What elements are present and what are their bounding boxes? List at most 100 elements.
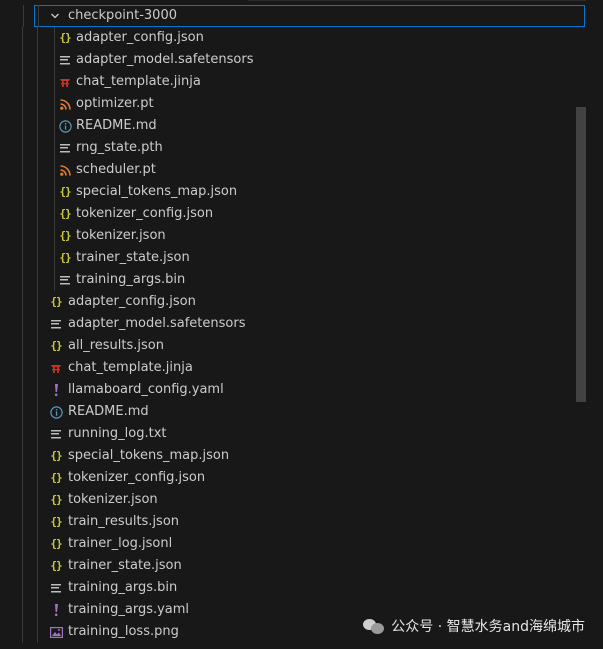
- indent-guide: [22, 621, 23, 643]
- file-row[interactable]: llamaboard_config.yaml: [0, 379, 586, 401]
- rss-icon: [57, 93, 73, 115]
- chevron-down-icon[interactable]: [47, 5, 63, 27]
- file-row[interactable]: {} adapter_config.json: [0, 27, 586, 49]
- yaml-icon: [48, 379, 64, 401]
- json-icon: {}: [50, 471, 62, 484]
- indent-guide: [37, 445, 38, 467]
- indent-guide: [54, 71, 55, 93]
- indent-guide: [37, 335, 38, 357]
- indent-guide: [22, 445, 23, 467]
- file-row[interactable]: training_args.bin: [0, 269, 586, 291]
- file-label: training_args.bin: [76, 272, 186, 287]
- file-row[interactable]: chat_template.jinja: [0, 71, 586, 93]
- indent-guide: [54, 181, 55, 203]
- file-row[interactable]: {} tokenizer_config.json: [0, 203, 586, 225]
- indent-guide: [54, 225, 55, 247]
- indent-guide: [37, 467, 38, 489]
- json-icon: {}: [50, 339, 62, 352]
- lines-icon: [57, 269, 73, 291]
- file-label: running_log.txt: [68, 426, 167, 441]
- file-row[interactable]: running_log.txt: [0, 423, 586, 445]
- indent-guide: [37, 203, 38, 225]
- rss-icon: [57, 159, 73, 181]
- indent-guide: [54, 49, 55, 71]
- indent-guide: [22, 159, 23, 181]
- file-row[interactable]: {} trainer_state.json: [0, 555, 586, 577]
- indent-guide: [37, 533, 38, 555]
- file-label: llamaboard_config.yaml: [68, 382, 224, 397]
- json-icon: {}: [59, 31, 71, 44]
- yaml-icon: [48, 599, 64, 621]
- file-row[interactable]: optimizer.pt: [0, 93, 586, 115]
- indent-guide: [37, 93, 38, 115]
- indent-guide: [22, 599, 23, 621]
- lines-icon: [48, 313, 64, 335]
- folder-label: checkpoint-3000: [68, 8, 177, 23]
- indent-guide: [37, 577, 38, 599]
- indent-guide: [22, 225, 23, 247]
- lines-icon: [48, 423, 64, 445]
- file-row[interactable]: {} tokenizer.json: [0, 225, 586, 247]
- indent-guide: [22, 335, 23, 357]
- indent-guide: [37, 599, 38, 621]
- lines-icon: [57, 137, 73, 159]
- indent-guide: [37, 489, 38, 511]
- file-row[interactable]: adapter_model.safetensors: [0, 313, 586, 335]
- file-row[interactable]: rng_state.pth: [0, 137, 586, 159]
- file-row[interactable]: chat_template.jinja: [0, 357, 586, 379]
- indent-guide: [22, 379, 23, 401]
- file-label: adapter_model.safetensors: [68, 316, 246, 331]
- json-icon: {}: [50, 559, 62, 572]
- file-row[interactable]: {} adapter_config.json: [0, 291, 586, 313]
- file-label: tokenizer.json: [76, 228, 166, 243]
- file-row[interactable]: README.md: [0, 401, 586, 423]
- file-row[interactable]: scheduler.pt: [0, 159, 586, 181]
- indent-guide: [37, 379, 38, 401]
- info-icon: [57, 115, 73, 137]
- indent-guide: [22, 533, 23, 555]
- file-label: tokenizer.json: [68, 492, 158, 507]
- file-row[interactable]: {} tokenizer.json: [0, 489, 586, 511]
- folder-row-checkpoint-3000[interactable]: checkpoint-3000: [23, 5, 585, 27]
- json-icon: {}: [59, 229, 71, 242]
- indent-guide: [22, 489, 23, 511]
- indent-guide: [22, 115, 23, 137]
- indent-guide: [38, 5, 39, 27]
- top-divider: [248, 0, 603, 1]
- file-row[interactable]: {} special_tokens_map.json: [0, 445, 586, 467]
- file-label: trainer_state.json: [76, 250, 190, 265]
- indent-guide: [54, 247, 55, 269]
- indent-guide: [22, 27, 23, 49]
- indent-guide: [22, 555, 23, 577]
- file-label: scheduler.pt: [76, 162, 156, 177]
- lines-icon: [48, 577, 64, 599]
- indent-guide: [37, 423, 38, 445]
- scrollbar-track[interactable]: [586, 0, 603, 649]
- file-row[interactable]: adapter_model.safetensors: [0, 49, 586, 71]
- file-label: tokenizer_config.json: [68, 470, 206, 485]
- file-explorer: checkpoint-3000{} adapter_config.json adap…: [0, 0, 603, 649]
- json-icon: {}: [50, 537, 62, 550]
- file-row[interactable]: {} trainer_state.json: [0, 247, 586, 269]
- file-row[interactable]: training_args.bin: [0, 577, 586, 599]
- file-row[interactable]: {} special_tokens_map.json: [0, 181, 586, 203]
- jinja-icon: [57, 71, 73, 93]
- indent-guide: [54, 93, 55, 115]
- file-row[interactable]: {} tokenizer_config.json: [0, 467, 586, 489]
- json-icon: {}: [59, 207, 71, 220]
- indent-guide: [37, 291, 38, 313]
- scrollbar-thumb[interactable]: [576, 107, 586, 402]
- file-row[interactable]: {} trainer_log.jsonl: [0, 533, 586, 555]
- file-row[interactable]: {} all_results.json: [0, 335, 586, 357]
- indent-guide: [37, 71, 38, 93]
- indent-guide: [22, 467, 23, 489]
- indent-guide: [37, 313, 38, 335]
- file-row[interactable]: {} train_results.json: [0, 511, 586, 533]
- file-label: trainer_log.jsonl: [68, 536, 173, 551]
- json-icon: {}: [59, 251, 71, 264]
- wechat-icon: [363, 618, 385, 634]
- indent-guide: [23, 5, 24, 27]
- file-row[interactable]: README.md: [0, 115, 586, 137]
- json-icon: {}: [50, 295, 62, 308]
- json-icon: {}: [50, 449, 62, 462]
